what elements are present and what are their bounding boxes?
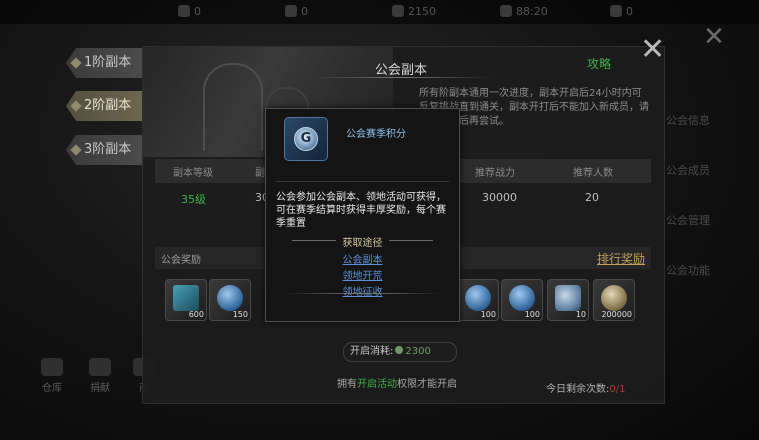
resource-item: 0: [178, 5, 201, 18]
guild-season-points-icon: G: [294, 127, 318, 151]
panel-title: 公会副本: [374, 63, 427, 78]
item-tooltip: G 公会赛季积分 公会参加公会副本、领地活动可获得，可在赛季结算时获得丰厚奖励，…: [265, 108, 460, 322]
resource-item: 2150: [392, 5, 436, 18]
table-header-cell: 副本等级: [173, 168, 213, 179]
guide-link[interactable]: 攻略: [587, 55, 611, 72]
requirement-text: 权限才能开启: [397, 379, 457, 390]
tooltip-footer-line: [284, 293, 441, 294]
resource-icon: [392, 5, 404, 17]
donate-icon: [89, 358, 111, 376]
outer-close-icon[interactable]: ✕: [703, 24, 725, 50]
currency-icon: [395, 346, 404, 354]
close-icon[interactable]: ✕: [640, 35, 665, 65]
cost-value: 2300: [405, 346, 431, 357]
reward-count: 200000: [601, 310, 632, 319]
tab-stage-2[interactable]: 2阶副本: [66, 91, 144, 121]
tooltip-divider: [276, 181, 449, 182]
remaining-attempts: 今日剩余次数:0/1: [546, 380, 625, 395]
table-cell: 35级: [181, 193, 206, 206]
reward-item-guild-flag[interactable]: 600: [165, 279, 207, 321]
resource-item: 0: [610, 5, 633, 18]
arch-decoration: [203, 63, 263, 151]
table-header-cell: 推荐人数: [573, 168, 613, 179]
reward-item-blue-coin[interactable]: 100: [501, 279, 543, 321]
bottom-button-warehouse[interactable]: 仓库: [32, 358, 72, 394]
requirement-text: 拥有: [337, 379, 357, 390]
remaining-label: 今日剩余次数:: [546, 384, 610, 395]
reward-count: 10: [575, 310, 586, 319]
requirement-highlight: 开启活动: [357, 379, 397, 390]
tooltip-section-label: 获取途径: [276, 234, 449, 249]
tooltip-description: 公会参加公会副本、领地活动可获得，可在赛季结算时获得丰厚奖励，每个赛季重置: [276, 192, 446, 229]
reward-item-blue-orb[interactable]: 100: [457, 279, 499, 321]
guild-flag-icon: [173, 285, 199, 311]
guild-season-points-icon: [217, 285, 243, 311]
bottom-button-donate[interactable]: 捐献: [80, 358, 120, 394]
source-link-territory-levy[interactable]: 领地征收: [276, 283, 449, 298]
blue-orb-icon: [465, 285, 491, 311]
table-cell: 20: [585, 191, 599, 204]
resource-icon: [178, 5, 190, 17]
tooltip-item-icon: G: [284, 117, 328, 161]
resource-item: 0: [285, 5, 308, 18]
cost-label: 开启消耗:: [350, 346, 394, 357]
source-link-guild-dungeon[interactable]: 公会副本: [276, 251, 449, 266]
resource-icon: [285, 5, 297, 17]
title-divider: [311, 77, 491, 78]
resource-icon: [500, 5, 512, 17]
rank-rewards-link[interactable]: 排行奖励: [597, 250, 645, 267]
reward-item-gold-coin[interactable]: 200000: [593, 279, 635, 321]
tab-pip-icon: [70, 144, 82, 156]
tab-pip-icon: [70, 57, 82, 69]
tab-stage-1[interactable]: 1阶副本: [66, 48, 144, 78]
resource-bar: 0 0 2150 88:20 0: [0, 0, 759, 24]
warehouse-icon: [41, 358, 63, 376]
table-cell: 30000: [482, 191, 517, 204]
resource-item: 88:20: [500, 5, 548, 18]
open-cost: 开启消耗: 2300: [343, 342, 457, 362]
reward-item-blue-ore[interactable]: 10: [547, 279, 589, 321]
tooltip-title: 公会赛季积分: [346, 129, 406, 140]
reward-item-season-points[interactable]: 150: [209, 279, 251, 321]
permission-requirement: 拥有开启活动权限才能开启: [337, 375, 457, 390]
source-link-territory-reclaim[interactable]: 领地开荒: [276, 267, 449, 282]
remaining-value: 0/1: [609, 384, 626, 395]
tab-stage-3[interactable]: 3阶副本: [66, 135, 144, 165]
blue-ore-icon: [555, 285, 581, 311]
gold-coin-icon: [601, 285, 627, 311]
reward-count: 600: [188, 310, 204, 319]
blue-coin-icon: [509, 285, 535, 311]
reward-count: 100: [480, 310, 496, 319]
reward-count: 100: [524, 310, 540, 319]
tab-pip-icon: [70, 100, 82, 112]
resource-icon: [610, 5, 622, 17]
table-header-cell: 推荐战力: [475, 168, 515, 179]
rewards-label: 公会奖励: [161, 255, 201, 266]
reward-count: 150: [232, 310, 248, 319]
